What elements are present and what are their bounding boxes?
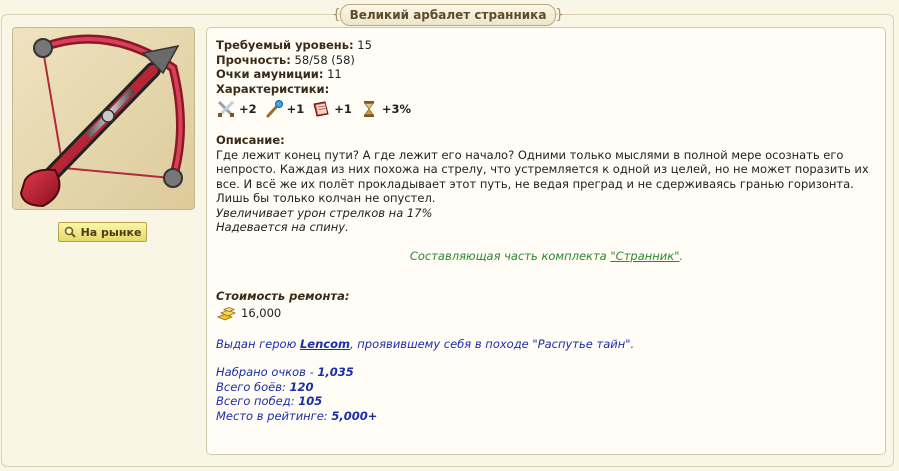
attack-swords-icon	[217, 100, 235, 118]
hero-link[interactable]: Lencom	[300, 337, 350, 351]
title-ornament-right-icon: }	[555, 7, 564, 23]
stat-spellpower: +1	[264, 99, 304, 119]
wear-slot-text: Надевается на спину.	[216, 220, 349, 234]
item-image	[12, 27, 195, 210]
stat-knowledge: +1	[311, 99, 352, 119]
stat-score: Набрано очков - 1,035	[216, 365, 354, 379]
initiative-hourglass-icon	[363, 101, 374, 117]
stat-rating-place: Место в рейтинге: 5,000+	[216, 408, 378, 423]
required-level-value: 15	[357, 38, 372, 52]
description-line: непросто. Каждая из них похожа на стрелу…	[216, 162, 869, 176]
campaign-stats: Набрано очков - 1,035 Всего боёв: 120 Вс…	[216, 365, 877, 423]
description-line: Лишь бы только колчан не опустел.	[216, 191, 436, 205]
set-membership: Составляющая часть комплекта "Странник".	[409, 248, 684, 263]
description-label: Описание:	[216, 133, 285, 147]
market-button[interactable]: На рынке	[58, 222, 147, 242]
repair-cost-value: 16,000	[241, 306, 282, 321]
effect-text: Увеличивает урон стрелков на 17%	[216, 205, 433, 220]
required-level: Требуемый уровень: 15	[216, 38, 372, 52]
crossbow-icon	[13, 28, 194, 209]
issued-to: Выдан герою Lencom, проявившему себя в п…	[216, 336, 635, 351]
knowledge-book-icon	[313, 101, 329, 117]
spell-wand-icon	[266, 100, 283, 118]
item-title: Великий арбалет странника	[340, 4, 556, 26]
ammo-points-value: 11	[327, 67, 342, 81]
info-panel: Требуемый уровень: 15 Прочность: 58/58 (…	[206, 27, 886, 455]
stat-initiative: +3%	[359, 99, 411, 119]
title-banner: { Великий арбалет странника }	[332, 4, 564, 28]
repair-cost-label: Стоимость ремонта:	[216, 289, 350, 303]
stat-wins: Всего побед: 105	[216, 394, 323, 408]
set-link[interactable]: "Странник"	[610, 249, 679, 263]
market-button-label: На рынке	[80, 225, 142, 239]
repair-cost: 16,000	[216, 306, 877, 322]
description: Описание: Где лежит конец пути? А где ле…	[216, 133, 877, 235]
durability-value: 58/58 (58)	[294, 52, 355, 67]
magnifier-icon	[64, 226, 76, 238]
characteristics-label: Характеристики:	[216, 81, 330, 96]
durability: Прочность: 58/58 (58)	[216, 52, 355, 67]
ammo-points: Очки амуниции: 11	[216, 67, 342, 81]
description-line: Где лежит конец пути? А где лежит его на…	[216, 147, 844, 162]
stat-battles: Всего боёв: 120	[216, 379, 314, 394]
characteristics-row: +2 +1 +1 +3%	[216, 98, 877, 120]
gold-icon	[216, 306, 237, 320]
description-line: все. И всё же их полёт прокладывает этот…	[216, 176, 854, 191]
stat-attack: +2	[216, 99, 257, 119]
